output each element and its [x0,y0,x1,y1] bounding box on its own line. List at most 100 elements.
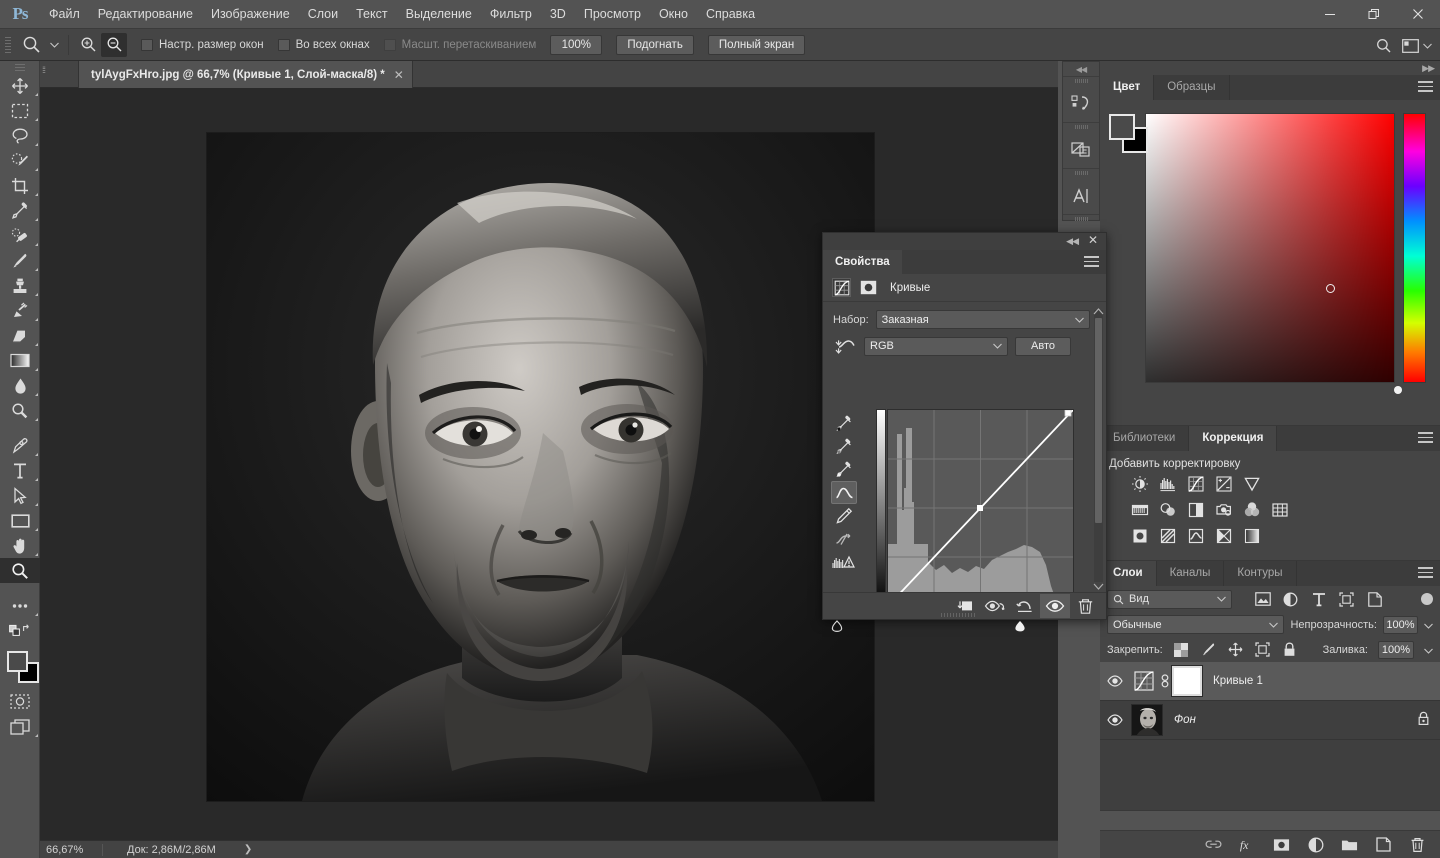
color-lookup-icon[interactable] [1270,500,1289,519]
layer-thumbnail[interactable] [1131,704,1163,736]
type-filter-icon[interactable] [1310,591,1327,608]
fit-screen-button[interactable]: Подогнать [616,34,694,55]
menu-file[interactable]: Файл [40,0,89,28]
search-icon[interactable] [1368,29,1398,62]
close-icon[interactable]: ✕ [394,69,404,81]
curves-icon[interactable] [1186,474,1205,493]
menu-text[interactable]: Текст [347,0,396,28]
gradient-map-icon[interactable] [1214,526,1233,545]
color-picker-area[interactable] [1100,100,1440,425]
zoom-out-button[interactable] [101,32,127,57]
status-expand-icon[interactable]: ❯ [244,844,252,855]
hue-strip[interactable] [1403,113,1426,383]
menu-3d[interactable]: 3D [541,0,575,28]
menu-layers[interactable]: Слои [299,0,347,28]
pen-tool[interactable] [0,433,40,458]
table-row[interactable]: Кривые 1 [1100,662,1440,701]
mask-properties-icon[interactable] [859,278,878,297]
foreground-background-color[interactable] [0,647,40,689]
pencil-curve-tool[interactable] [831,504,857,527]
menu-image[interactable]: Изображение [202,0,299,28]
layer-name[interactable]: Фон [1174,714,1196,726]
table-row[interactable]: Фон [1100,701,1440,740]
options-bar-grip[interactable] [0,28,12,61]
new-adjustment-icon[interactable] [1307,836,1324,853]
tab-libraries[interactable]: Библиотеки [1100,426,1190,451]
history-panel-button[interactable] [1063,76,1099,122]
white-point-slider[interactable] [1013,620,1026,632]
crop-tool[interactable] [0,173,40,198]
tab-color[interactable]: Цвет [1100,75,1155,100]
blur-tool[interactable] [0,373,40,398]
preset-select[interactable]: Заказная [875,310,1090,329]
curve-point-tool[interactable] [831,481,857,504]
lock-artboard-icon[interactable] [1254,641,1271,658]
toggle-visibility-button[interactable] [1040,594,1070,618]
close-icon[interactable]: ✕ [1088,234,1098,247]
dodge-tool[interactable] [0,398,40,423]
channel-select[interactable]: RGB [864,336,1008,356]
zoom-tool[interactable] [0,558,40,583]
chevron-down-icon[interactable] [1075,314,1084,326]
history-brush-tool[interactable] [0,298,40,323]
color-balance-icon[interactable] [1158,500,1177,519]
auto-button[interactable]: Авто [1015,336,1071,356]
shape-filter-icon[interactable] [1338,591,1355,608]
properties-scrollbar[interactable] [1094,310,1103,582]
new-group-icon[interactable] [1341,836,1358,853]
rectangular-marquee-tool[interactable] [0,98,40,123]
tab-properties[interactable]: Свойства [823,250,902,274]
fill-value[interactable]: 100% [1378,640,1414,659]
brush-tool[interactable] [0,248,40,273]
current-tool-icon[interactable] [16,33,46,57]
collapse-icon[interactable]: ◀◀ [1066,236,1079,247]
adjustment-filter-icon[interactable] [1282,591,1299,608]
smart-object-filter-icon[interactable] [1366,591,1383,608]
lock-position-icon[interactable] [1227,641,1244,658]
all-windows-checkbox[interactable] [277,38,290,51]
curves-graph[interactable] [876,409,1074,619]
foreground-color-swatch[interactable] [7,651,28,672]
eyedropper-tool[interactable] [0,198,40,223]
toggle-previous-state-button[interactable] [980,594,1010,618]
zoom-level[interactable]: 66,67% [40,844,102,856]
panel-menu-icon[interactable] [1418,567,1433,581]
opacity-chevron-down-icon[interactable] [1424,618,1433,632]
histogram-warning[interactable] [831,550,857,573]
zoom-in-button[interactable] [75,33,101,57]
menu-help[interactable]: Справка [697,0,764,28]
hue-saturation-icon[interactable] [1130,500,1149,519]
resize-windows-checkbox[interactable] [141,38,153,51]
layer-filter-select[interactable]: Вид [1107,589,1232,609]
panel-menu-icon[interactable] [1418,81,1433,95]
lasso-tool[interactable] [0,123,40,148]
hand-tool[interactable] [0,533,40,558]
tab-channels[interactable]: Каналы [1156,561,1225,586]
pixel-filter-icon[interactable] [1254,591,1271,608]
layer-visibility-toggle[interactable] [1100,675,1130,687]
option-resize-windows[interactable]: Настр. размер окон [141,38,264,51]
lock-all-icon[interactable] [1281,641,1298,658]
vibrance-icon[interactable] [1242,474,1261,493]
chevron-down-icon[interactable] [993,340,1002,352]
tab-swatches[interactable]: Образцы [1154,75,1230,100]
gray-point-eyedropper[interactable] [831,435,857,458]
quick-selection-tool[interactable] [0,148,40,173]
posterize-icon[interactable] [1158,526,1177,545]
move-tool[interactable] [0,73,40,98]
invert-icon[interactable] [1130,526,1149,545]
new-layer-icon[interactable] [1375,836,1392,853]
tab-layers[interactable]: Слои [1100,561,1157,586]
brightness-contrast-icon[interactable] [1130,474,1149,493]
workspace-switcher[interactable] [1398,29,1440,62]
tool-preset-chevron-down-icon[interactable] [46,33,62,57]
curves-properties-icon[interactable] [832,278,851,297]
spot-healing-brush-tool[interactable] [0,223,40,248]
menu-edit[interactable]: Редактирование [89,0,202,28]
default-colors-tool[interactable] [0,618,40,643]
white-point-eyedropper[interactable] [831,458,857,481]
layer-mask-thumbnail[interactable] [1171,665,1203,697]
minimize-button[interactable] [1308,0,1352,28]
full-screen-button[interactable]: Полный экран [707,34,806,55]
lock-transparency-icon[interactable] [1173,641,1190,658]
